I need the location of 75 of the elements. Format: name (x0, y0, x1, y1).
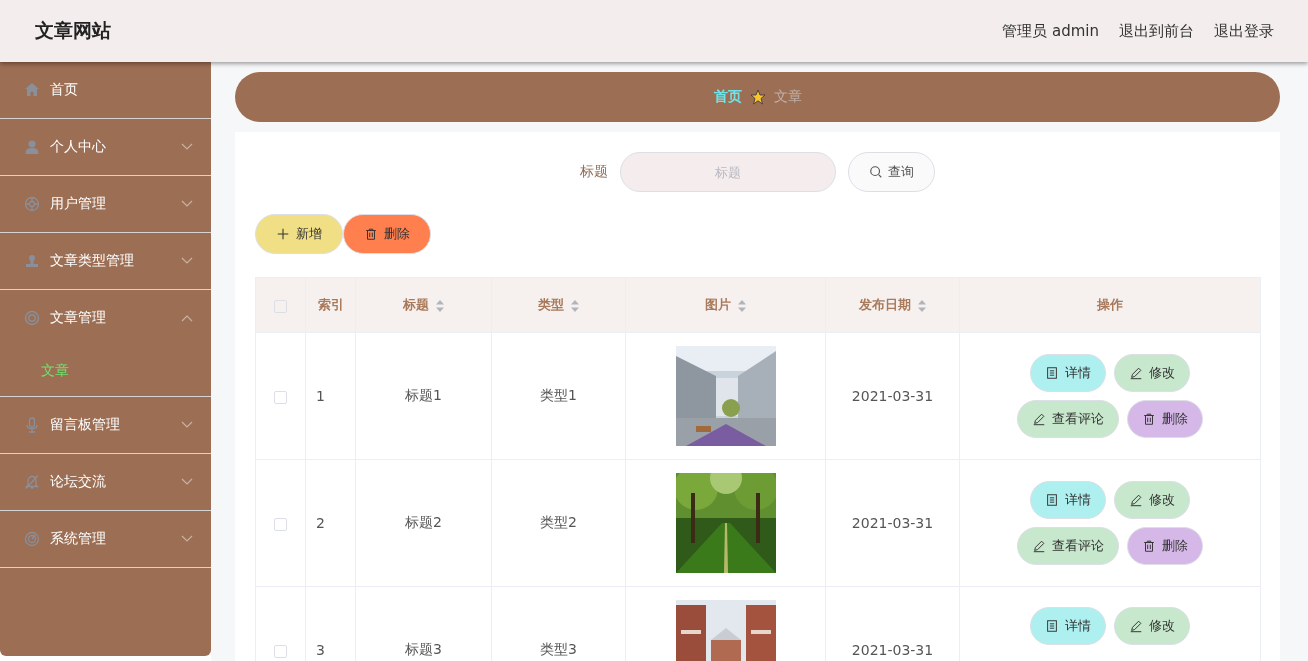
sort-icon[interactable] (569, 298, 580, 313)
table-cell: 类型2 (540, 514, 577, 530)
sort-icon[interactable] (736, 298, 747, 313)
sidebar-item[interactable]: 论坛交流 (0, 454, 211, 510)
sidebar-item[interactable]: 首页 (0, 62, 211, 118)
stamp-icon (24, 253, 40, 269)
document-icon (1045, 493, 1059, 507)
row-checkbox[interactable] (274, 517, 287, 531)
table-cell: 类型3 (540, 641, 577, 657)
detail-button[interactable]: 详情 (1030, 481, 1106, 519)
column-header: 索引 (317, 297, 344, 312)
admin-label: 管理员 admin (1002, 21, 1099, 41)
search-field[interactable]: 标题 (620, 152, 836, 192)
search-button[interactable]: 查询 (848, 152, 935, 192)
column-header: 图片 (704, 297, 731, 312)
bell-off-icon (24, 474, 40, 490)
comments-button[interactable]: 查看评论 (1017, 400, 1119, 438)
pencil-icon (1032, 539, 1046, 553)
trash-icon (364, 227, 378, 241)
table-cell: 2 (316, 515, 325, 531)
pencil-icon (1129, 493, 1143, 507)
column-header: 发布日期 (858, 297, 911, 312)
pencil-icon (1129, 366, 1143, 380)
edit-button[interactable]: 修改 (1114, 354, 1190, 392)
user-icon (24, 139, 40, 155)
search-label: 标题 (580, 163, 608, 181)
pencil-icon (1129, 619, 1143, 633)
document-icon (1045, 366, 1059, 380)
plus-icon (276, 227, 290, 241)
sort-icon[interactable] (916, 298, 927, 313)
batch-delete-button[interactable]: 删除 (343, 214, 431, 254)
column-header: 操作 (1097, 297, 1123, 312)
header-link[interactable]: 退出到前台 (1119, 21, 1194, 41)
sort-icon[interactable] (434, 298, 445, 313)
delete-button[interactable]: 删除 (1127, 527, 1203, 565)
table-cell: 2021-03-31 (851, 388, 934, 404)
table-cell: 类型1 (540, 387, 577, 403)
table-cell: 2021-03-31 (851, 642, 934, 658)
table-cell: 3 (316, 642, 325, 658)
comments-button[interactable]: 查看评论 (1017, 527, 1119, 565)
row-checkbox[interactable] (274, 390, 287, 404)
header-link[interactable]: 退出登录 (1214, 21, 1274, 41)
home-icon (24, 82, 40, 98)
pencil-icon (1032, 412, 1046, 426)
site-title: 文章网站 (35, 18, 111, 43)
table-cell: 标题2 (405, 514, 442, 530)
table-cell: 1 (316, 388, 325, 404)
edit-button[interactable]: 修改 (1114, 481, 1190, 519)
detail-button[interactable]: 详情 (1030, 607, 1106, 645)
detail-button[interactable]: 详情 (1030, 354, 1106, 392)
trash-icon (1142, 412, 1156, 426)
select-all-checkbox[interactable] (274, 299, 287, 313)
edit-button[interactable]: 修改 (1114, 607, 1190, 645)
column-header: 标题 (402, 297, 429, 312)
sidebar-item[interactable]: 文章类型管理 (0, 233, 211, 289)
trash-icon (1142, 539, 1156, 553)
document-icon (1045, 619, 1059, 633)
row-checkbox[interactable] (274, 644, 287, 658)
table-cell: 标题3 (405, 641, 442, 657)
sidebar-item[interactable]: 文章管理 (0, 290, 211, 346)
ring-icon (24, 310, 40, 326)
sidebar-item[interactable]: 系统管理 (0, 511, 211, 567)
sidebar-item[interactable]: 留言板管理 (0, 397, 211, 453)
star-icon (749, 89, 766, 105)
target-icon (24, 196, 40, 212)
microphone-icon (24, 417, 40, 433)
search-icon (869, 165, 883, 179)
gauge-icon (24, 531, 40, 547)
add-button[interactable]: 新增 (255, 214, 343, 254)
table-cell: 标题1 (405, 387, 442, 403)
sidebar-item[interactable]: 个人中心 (0, 119, 211, 175)
column-header: 类型 (537, 297, 564, 312)
delete-button[interactable]: 删除 (1127, 400, 1203, 438)
sidebar-item[interactable]: 用户管理 (0, 176, 211, 232)
table-cell: 2021-03-31 (851, 515, 934, 531)
